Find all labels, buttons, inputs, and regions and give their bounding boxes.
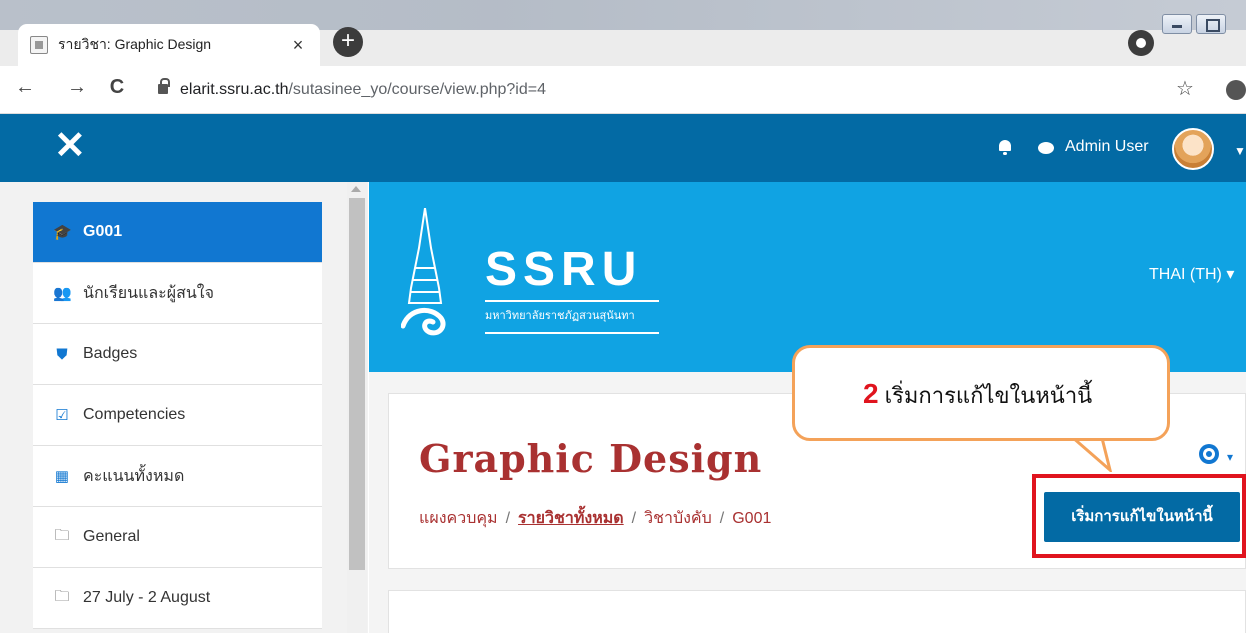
url-input[interactable]: elarit.ssru.ac.th/sutasinee_yo/course/vi…: [150, 74, 1210, 108]
scroll-thumb[interactable]: [349, 198, 365, 570]
course-content-card: [388, 590, 1246, 633]
drawer-item-label: Badges: [83, 345, 138, 362]
avatar[interactable]: [1172, 128, 1214, 170]
new-tab-button[interactable]: +: [333, 27, 363, 57]
drawer-item-course[interactable]: 🎓 G001: [33, 202, 322, 263]
turn-editing-on-button[interactable]: เริ่มการแก้ไขในหน้านี้: [1044, 492, 1240, 542]
callout-step-number: 2: [863, 378, 879, 409]
user-menu-name[interactable]: Admin User: [1065, 138, 1149, 156]
profile-icon[interactable]: [1128, 30, 1154, 56]
back-icon[interactable]: ←: [12, 76, 38, 99]
shield-icon: ⛊: [56, 345, 68, 363]
forward-icon[interactable]: →: [64, 76, 90, 99]
page-title: Graphic Design: [419, 436, 763, 481]
drawer-item-badges[interactable]: ⛊ Badges: [33, 324, 322, 385]
page-header-banner: SSRU มหาวิทยาลัยราชภัฏสวนสุนันทา THAI (T…: [369, 182, 1246, 372]
drawer-item-general[interactable]: 🗀 General: [33, 507, 322, 568]
lock-icon: [158, 78, 170, 94]
folder-icon: 🗀: [54, 526, 70, 544]
drawer-item-grades[interactable]: ▦ คะแนนทั้งหมด: [33, 446, 322, 507]
drawer-scrollbar[interactable]: [347, 182, 367, 633]
callout-text: 2 เริ่มการแก้ไขในหน้านี้: [863, 378, 1092, 413]
gear-icon[interactable]: [1199, 444, 1219, 464]
users-icon: 👥: [53, 285, 72, 302]
drawer-list: 🎓 G001 👥 นักเรียนและผู้สนใจ ⛊ Badges ☑ C…: [33, 202, 322, 629]
callout-label: เริ่มการแก้ไขในหน้านี้: [884, 383, 1093, 408]
chevron-down-icon[interactable]: ▼: [1234, 144, 1246, 158]
breadcrumb: แผงควบคุม / รายวิชาทั้งหมด / วิชาบังคับ / G001: [419, 506, 771, 531]
breadcrumb-category[interactable]: วิชาบังคับ: [644, 510, 712, 527]
scroll-up-icon[interactable]: [351, 186, 361, 192]
tab-title: รายวิชา: Graphic Design: [58, 36, 212, 52]
message-icon[interactable]: [1038, 142, 1054, 154]
language-menu[interactable]: THAI (TH) ▾: [1149, 264, 1234, 284]
browser-tab[interactable]: รายวิชา: Graphic Design ×: [18, 24, 320, 66]
drawer-item-week[interactable]: 🗀 27 July - 2 August: [33, 568, 322, 629]
drawer-item-label: G001: [83, 223, 123, 240]
breadcrumb-separator: /: [631, 510, 637, 527]
drawer-item-label: 27 July - 2 August: [83, 589, 211, 606]
instruction-callout: 2 เริ่มการแก้ไขในหน้านี้: [792, 345, 1170, 441]
nav-drawer: 🎓 G001 👥 นักเรียนและผู้สนใจ ⛊ Badges ☑ C…: [0, 182, 368, 633]
drawer-item-label: Competencies: [83, 406, 186, 423]
breadcrumb-current[interactable]: G001: [732, 510, 771, 527]
url-path: /sutasinee_yo/course/view.php?id=4: [288, 81, 546, 98]
drawer-item-competencies[interactable]: ☑ Competencies: [33, 385, 322, 446]
browser-tab-strip: รายวิชา: Graphic Design × +: [0, 0, 1246, 66]
bookmark-star-icon[interactable]: ☆: [1176, 76, 1194, 101]
drawer-item-label: คะแนนทั้งหมด: [83, 467, 185, 485]
chevron-down-icon[interactable]: ▾: [1227, 450, 1233, 464]
window-maximize-button[interactable]: [1196, 14, 1226, 34]
url-host: elarit.ssru.ac.th: [180, 81, 289, 98]
url-text: elarit.ssru.ac.th/sutasinee_yo/course/vi…: [180, 81, 546, 99]
table-icon: ▦: [54, 468, 70, 485]
drawer-item-participants[interactable]: 👥 นักเรียนและผู้สนใจ: [33, 263, 322, 324]
account-icon[interactable]: [1226, 80, 1246, 100]
drawer-item-label: นักเรียนและผู้สนใจ: [83, 284, 214, 302]
breadcrumb-separator: /: [505, 510, 511, 527]
breadcrumb-home[interactable]: แผงควบคุม: [419, 510, 498, 527]
close-drawer-icon[interactable]: ✕: [54, 126, 86, 166]
folder-icon: 🗀: [54, 587, 70, 605]
breadcrumb-separator: /: [719, 510, 725, 527]
tab-close-icon[interactable]: ×: [288, 35, 308, 56]
breadcrumb-all-courses[interactable]: รายวิชาทั้งหมด: [518, 510, 624, 527]
notification-bell-icon[interactable]: [998, 140, 1012, 155]
graduation-cap-icon: 🎓: [53, 224, 72, 241]
site-logo-text: SSRU: [485, 243, 643, 296]
window-minimize-button[interactable]: [1162, 14, 1192, 34]
ssru-emblem-icon: [401, 208, 446, 336]
favicon-icon: [30, 36, 48, 54]
site-navbar: ✕ Admin User ▼: [0, 114, 1246, 182]
address-bar: ← → C elarit.ssru.ac.th/sutasinee_yo/cou…: [0, 66, 1246, 114]
site-logo-subtitle: มหาวิทยาลัยราชภัฏสวนสุนันทา: [485, 300, 659, 324]
logo-underline: [485, 332, 659, 334]
checkbox-icon: ☑: [55, 407, 69, 424]
reload-icon[interactable]: C: [104, 76, 130, 99]
drawer-item-label: General: [83, 528, 140, 545]
